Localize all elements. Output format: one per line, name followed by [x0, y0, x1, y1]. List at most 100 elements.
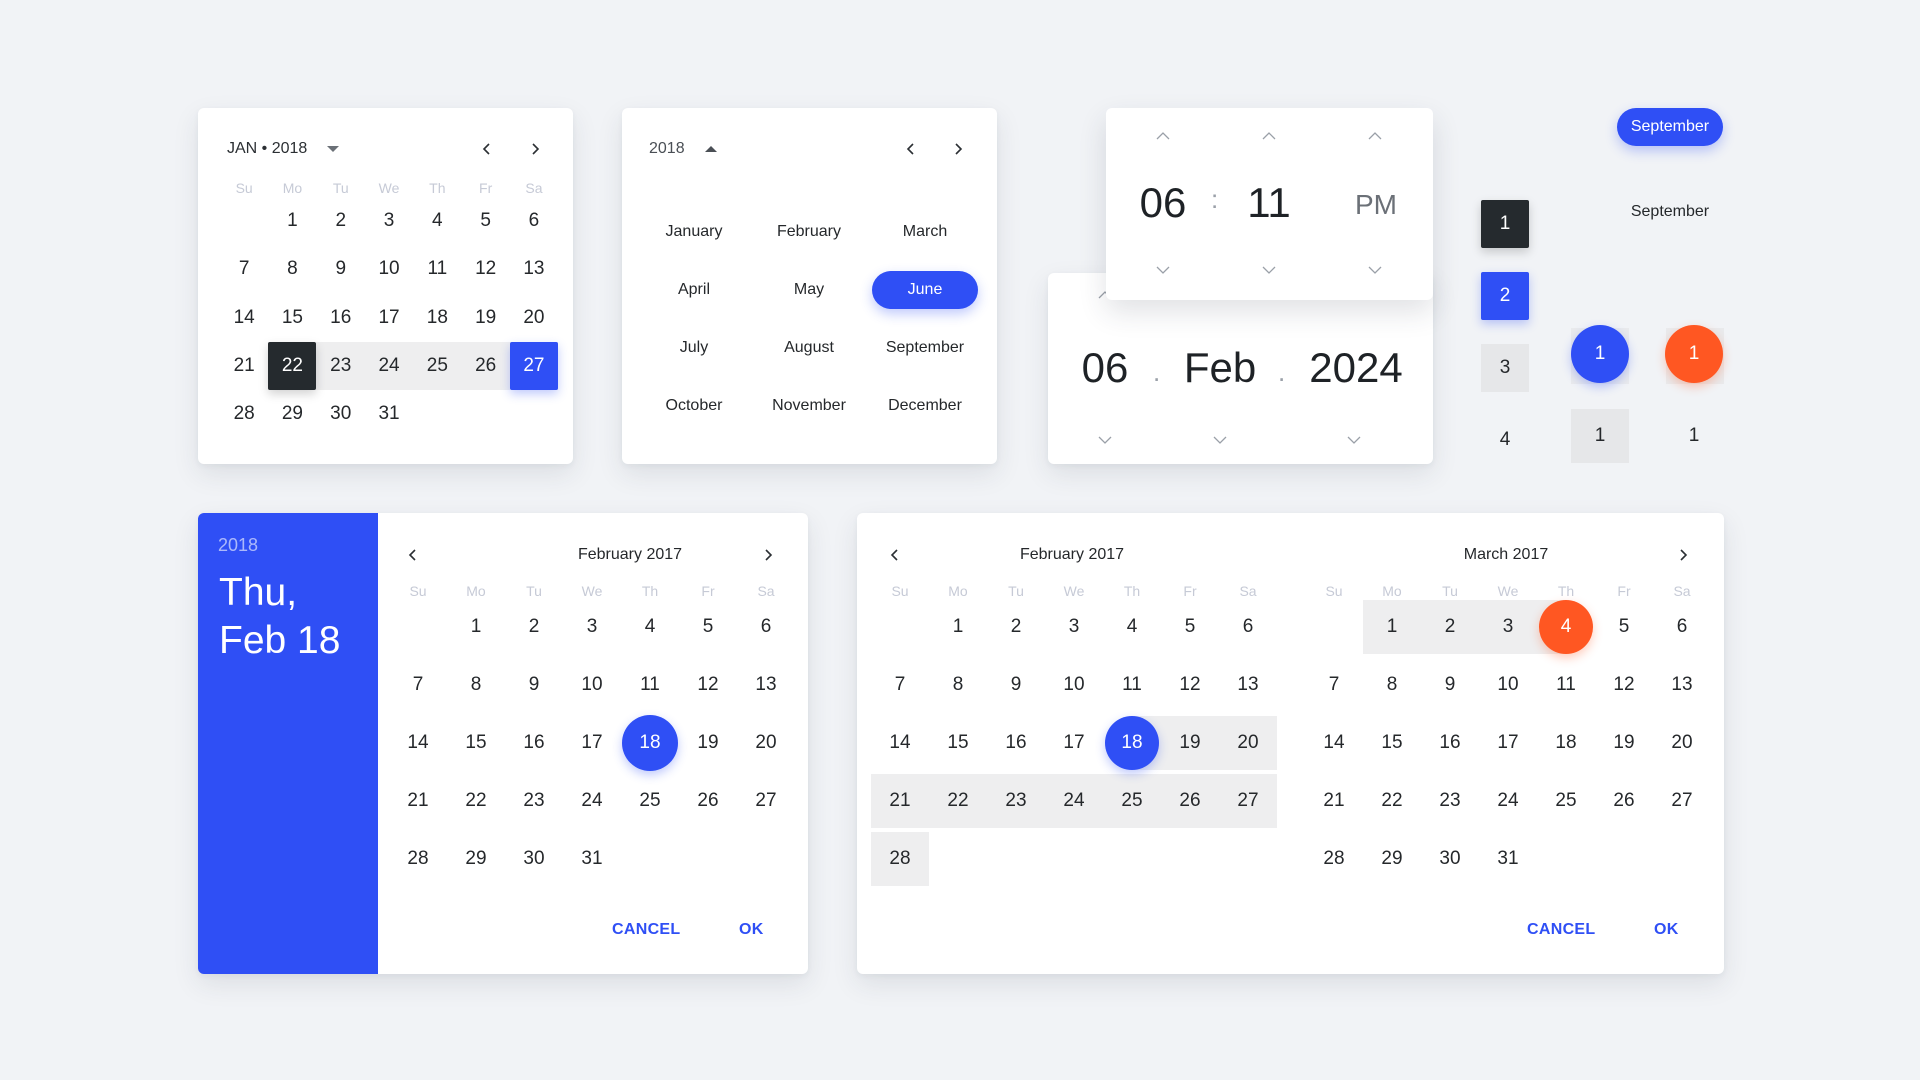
month-option[interactable]: August	[756, 329, 862, 367]
day-cell[interactable]: 14	[390, 715, 446, 771]
day-cell[interactable]: 13	[1221, 658, 1275, 712]
day-cell[interactable]: 24	[564, 773, 620, 829]
day-sample-blue-circle[interactable]: 1	[1571, 325, 1629, 383]
month-value[interactable]: Feb	[1175, 344, 1265, 392]
day-cell[interactable]: 19	[462, 294, 510, 342]
day-cell[interactable]: 27	[1655, 774, 1709, 828]
day-cell[interactable]: 9	[1423, 658, 1477, 712]
day-cell[interactable]: 14	[220, 294, 268, 342]
day-cell[interactable]: 1	[268, 197, 316, 245]
day-cell[interactable]: 5	[462, 197, 510, 245]
cancel-button[interactable]: CANCEL	[1527, 921, 1595, 939]
day-cell[interactable]: 1	[448, 599, 504, 655]
day-cell[interactable]: 24	[365, 342, 413, 390]
day-sample-gray[interactable]: 3	[1481, 344, 1529, 392]
day-cell[interactable]: 7	[390, 657, 446, 713]
day-cell[interactable]: 16	[1423, 716, 1477, 770]
minute-up-button[interactable]	[1257, 124, 1281, 148]
day-cell[interactable]: 4	[1105, 600, 1159, 654]
day-cell[interactable]: 18	[1105, 716, 1159, 770]
day-cell[interactable]: 23	[506, 773, 562, 829]
day-cell[interactable]: 6	[1221, 600, 1275, 654]
next-month-button[interactable]	[523, 137, 547, 161]
day-cell[interactable]: 8	[931, 658, 985, 712]
day-sample-plain-2[interactable]: 1	[1665, 409, 1723, 463]
day-cell[interactable]: 25	[622, 773, 678, 829]
month-option[interactable]: May	[756, 271, 862, 309]
day-cell[interactable]: 6	[510, 197, 558, 245]
minute-down-button[interactable]	[1257, 258, 1281, 282]
month-option[interactable]: April	[641, 271, 747, 309]
day-cell[interactable]: 18	[413, 294, 461, 342]
day-cell[interactable]: 14	[1307, 716, 1361, 770]
day-cell[interactable]: 7	[873, 658, 927, 712]
next-month-button[interactable]	[1671, 543, 1695, 567]
day-cell[interactable]: 16	[317, 294, 365, 342]
day-cell[interactable]: 27	[738, 773, 794, 829]
day-cell[interactable]: 30	[317, 390, 365, 438]
day-cell[interactable]: 4	[622, 599, 678, 655]
month-option[interactable]: June	[872, 271, 978, 309]
day-cell[interactable]: 23	[989, 774, 1043, 828]
day-cell[interactable]: 20	[1221, 716, 1275, 770]
day-cell[interactable]: 11	[1539, 658, 1593, 712]
day-cell[interactable]: 5	[1163, 600, 1217, 654]
month-pill-selected[interactable]: September	[1617, 108, 1723, 146]
day-cell[interactable]: 30	[1423, 832, 1477, 886]
day-cell[interactable]: 17	[1047, 716, 1101, 770]
day-cell[interactable]: 28	[873, 832, 927, 886]
month-label-plain[interactable]: September	[1617, 193, 1723, 231]
hour-value[interactable]: 06	[1128, 179, 1198, 227]
period-up-button[interactable]	[1363, 124, 1387, 148]
day-value[interactable]: 06	[1070, 344, 1140, 392]
day-cell[interactable]: 4	[413, 197, 461, 245]
day-cell[interactable]: 24	[1047, 774, 1101, 828]
day-cell[interactable]: 30	[506, 831, 562, 887]
period-value[interactable]: PM	[1346, 189, 1406, 221]
day-cell[interactable]: 29	[448, 831, 504, 887]
day-cell[interactable]: 16	[989, 716, 1043, 770]
day-cell[interactable]: 26	[462, 342, 510, 390]
day-cell[interactable]: 26	[1163, 774, 1217, 828]
day-cell[interactable]: 4	[1539, 600, 1593, 654]
ok-button[interactable]: OK	[739, 921, 764, 939]
day-sample-dark[interactable]: 1	[1481, 200, 1529, 248]
day-cell[interactable]: 28	[1307, 832, 1361, 886]
prev-month-button[interactable]	[475, 137, 499, 161]
day-cell[interactable]: 7	[220, 245, 268, 293]
day-cell[interactable]: 12	[462, 245, 510, 293]
day-cell[interactable]: 21	[873, 774, 927, 828]
day-cell[interactable]: 8	[448, 657, 504, 713]
day-down-button[interactable]	[1093, 428, 1117, 452]
day-cell[interactable]: 10	[1481, 658, 1535, 712]
day-cell[interactable]: 25	[1539, 774, 1593, 828]
day-cell[interactable]: 1	[931, 600, 985, 654]
day-cell[interactable]: 6	[738, 599, 794, 655]
day-cell[interactable]: 13	[1655, 658, 1709, 712]
day-cell[interactable]: 9	[506, 657, 562, 713]
day-cell[interactable]: 9	[317, 245, 365, 293]
day-cell[interactable]: 21	[390, 773, 446, 829]
month-option[interactable]: January	[641, 213, 747, 251]
day-sample-blue[interactable]: 2	[1481, 272, 1529, 320]
day-sample-orange-circle[interactable]: 1	[1665, 325, 1723, 383]
month-option[interactable]: September	[872, 329, 978, 367]
day-cell[interactable]: 15	[931, 716, 985, 770]
day-cell[interactable]: 27	[509, 342, 558, 391]
day-cell[interactable]: 11	[622, 657, 678, 713]
minute-value[interactable]: 11	[1234, 179, 1304, 227]
day-cell[interactable]: 20	[738, 715, 794, 771]
day-cell[interactable]: 22	[448, 773, 504, 829]
day-cell[interactable]: 21	[220, 342, 268, 390]
day-cell[interactable]: 11	[413, 245, 461, 293]
day-cell[interactable]: 21	[1307, 774, 1361, 828]
day-cell[interactable]: 2	[317, 197, 365, 245]
day-cell[interactable]: 18	[1539, 716, 1593, 770]
day-cell[interactable]: 17	[1481, 716, 1535, 770]
day-cell[interactable]: 27	[1221, 774, 1275, 828]
day-cell[interactable]: 7	[1307, 658, 1361, 712]
day-cell[interactable]: 3	[365, 197, 413, 245]
month-down-button[interactable]	[1208, 428, 1232, 452]
day-cell[interactable]: 2	[506, 599, 562, 655]
day-cell[interactable]: 23	[1423, 774, 1477, 828]
